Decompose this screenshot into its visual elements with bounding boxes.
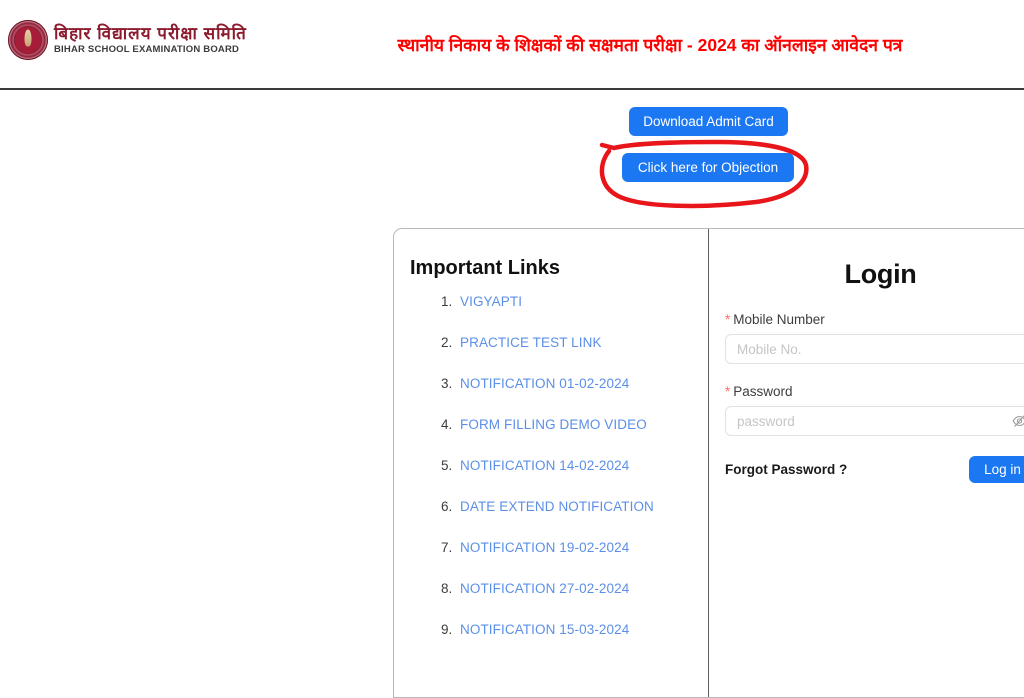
- mobile-number-input[interactable]: [725, 334, 1024, 364]
- important-links-title: Important Links: [410, 257, 561, 279]
- password-field-wrap: [725, 406, 1024, 436]
- important-links-panel: Important Links VIGYAPTI PRACTICE TEST L…: [394, 229, 709, 697]
- link-notification-15-03-2024[interactable]: NOTIFICATION 15-03-2024: [460, 622, 629, 637]
- page-title: स्थानीय निकाय के शिक्षकों की सक्षमता परी…: [397, 35, 903, 55]
- login-button[interactable]: Log in: [969, 456, 1024, 483]
- login-title: Login: [844, 259, 917, 289]
- list-item: NOTIFICATION 27-02-2024: [456, 581, 708, 596]
- list-item: DATE EXTEND NOTIFICATION: [456, 499, 708, 514]
- required-marker: *: [725, 312, 731, 327]
- login-footer: Forgot Password ? Log in: [725, 456, 1024, 483]
- login-panel: Login *Mobile Number *Password Forgot Pa…: [709, 229, 1024, 697]
- link-notification-27-02-2024[interactable]: NOTIFICATION 27-02-2024: [460, 581, 629, 596]
- mobile-number-label-text: Mobile Number: [733, 312, 825, 327]
- list-item: NOTIFICATION 19-02-2024: [456, 540, 708, 555]
- list-item: NOTIFICATION 01-02-2024: [456, 376, 708, 391]
- password-input[interactable]: [725, 406, 1024, 436]
- list-item: NOTIFICATION 15-03-2024: [456, 622, 708, 637]
- link-notification-19-02-2024[interactable]: NOTIFICATION 19-02-2024: [460, 540, 629, 555]
- required-marker: *: [725, 384, 731, 399]
- mobile-number-field-wrap: [725, 334, 1024, 364]
- list-item: VIGYAPTI: [456, 294, 708, 309]
- link-notification-01-02-2024[interactable]: NOTIFICATION 01-02-2024: [460, 376, 629, 391]
- brand-name-hindi: बिहार विद्यालय परीक्षा समिति: [54, 23, 247, 43]
- link-vigyapti[interactable]: VIGYAPTI: [460, 294, 522, 309]
- list-item: PRACTICE TEST LINK: [456, 335, 708, 350]
- download-admit-card-button[interactable]: Download Admit Card: [629, 107, 788, 136]
- eye-slash-icon[interactable]: [1012, 414, 1024, 429]
- main-card: Important Links VIGYAPTI PRACTICE TEST L…: [393, 228, 1024, 698]
- link-notification-14-02-2024[interactable]: NOTIFICATION 14-02-2024: [460, 458, 629, 473]
- bihar-board-seal-icon: [8, 20, 48, 60]
- password-label: * Password: [725, 384, 1024, 399]
- site-header: बिहार विद्यालय परीक्षा समिति BIHAR SCHOO…: [0, 0, 1024, 90]
- list-item: FORM FILLING DEMO VIDEO: [456, 417, 708, 432]
- important-links-list: VIGYAPTI PRACTICE TEST LINK NOTIFICATION…: [410, 294, 708, 637]
- link-form-filling-demo-video[interactable]: FORM FILLING DEMO VIDEO: [460, 417, 647, 432]
- link-date-extend-notification[interactable]: DATE EXTEND NOTIFICATION: [460, 499, 654, 514]
- brand-lockup: बिहार विद्यालय परीक्षा समिति BIHAR SCHOO…: [8, 20, 247, 60]
- click-here-for-objection-button[interactable]: Click here for Objection: [622, 153, 794, 182]
- brand-name-english: BIHAR SCHOOL EXAMINATION BOARD: [54, 44, 240, 56]
- link-practice-test[interactable]: PRACTICE TEST LINK: [460, 335, 602, 350]
- mobile-number-label: * Mobile Number: [725, 312, 1024, 327]
- password-label-text: Password: [733, 384, 793, 399]
- brand-text: बिहार विद्यालय परीक्षा समिति BIHAR SCHOO…: [54, 23, 247, 56]
- forgot-password-link[interactable]: Forgot Password ?: [725, 462, 847, 477]
- list-item: NOTIFICATION 14-02-2024: [456, 458, 708, 473]
